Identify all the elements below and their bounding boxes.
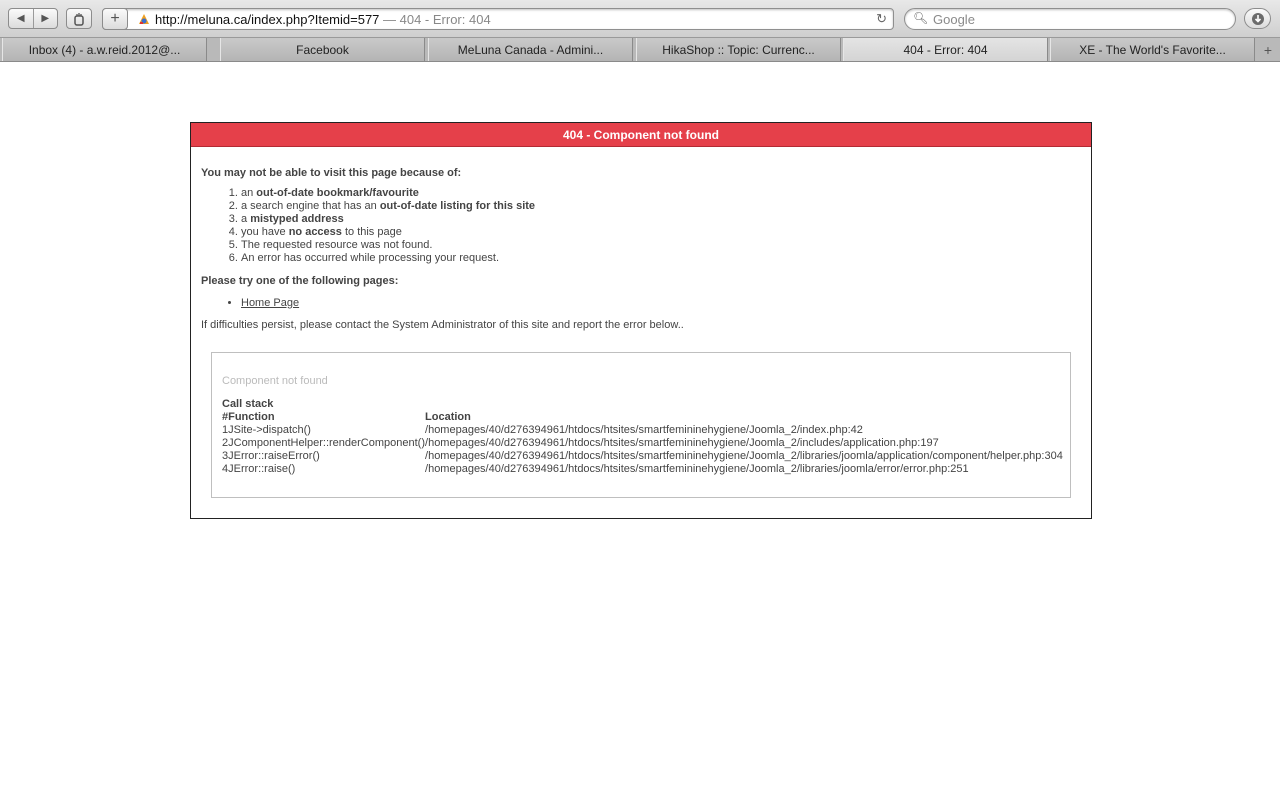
reason-item: a search engine that has an out-of-date … (241, 200, 1081, 213)
reason-emphasis: no access (288, 226, 342, 238)
reason-emphasis: out-of-date listing for this site (379, 200, 536, 212)
back-icon[interactable]: ◀ (9, 9, 33, 28)
reason-text: The requested resource was not found. (241, 239, 433, 251)
search-placeholder: Google (933, 12, 975, 27)
block-popup-icon[interactable] (66, 8, 92, 29)
reason-text-after: to this page (341, 226, 402, 238)
call-stack-row: 2JComponentHelper::renderComponent()/hom… (222, 437, 1063, 450)
tab-3[interactable]: MeLuna Canada - Admini... (428, 38, 633, 61)
stack-function-name: JError::raiseError() (228, 450, 320, 462)
downloads-icon[interactable] (1244, 8, 1271, 29)
call-stack-caption: Call stack (222, 398, 274, 410)
forward-icon[interactable]: ▶ (32, 9, 58, 28)
new-tab-icon[interactable]: + (1256, 38, 1280, 61)
tab-2[interactable]: Facebook (220, 38, 425, 61)
tab-5[interactable]: 404 - Error: 404 (843, 38, 1048, 61)
home-page-link[interactable]: Home Page (241, 297, 299, 309)
pages-intro: Please try one of the following pages: (201, 275, 399, 287)
reasons-intro: You may not be able to visit this page b… (201, 167, 462, 179)
tab-1[interactable]: Inbox (4) - a.w.reid.2012@... (2, 38, 207, 61)
page-item: Home Page (241, 297, 1081, 309)
location-column-header: Location (425, 411, 471, 423)
page-title-suffix: — 404 - Error: 404 (379, 12, 491, 27)
reload-icon[interactable]: ↻ (876, 11, 887, 27)
add-bookmark-icon[interactable]: + (102, 8, 128, 30)
address-bar[interactable]: + http://meluna.ca/index.php?Itemid=577 … (102, 8, 894, 30)
reason-text: an (241, 187, 257, 199)
error-box: 404 - Component not found You may not be… (190, 122, 1092, 519)
reason-emphasis: mistyped address (250, 213, 344, 225)
stack-function: 1JSite->dispatch() (222, 424, 425, 437)
url-text: http://meluna.ca/index.php?Itemid=577 — … (155, 12, 491, 27)
search-icon: 🔍︎ (913, 11, 929, 25)
stack-location: /homepages/40/d276394961/htdocs/htsites/… (425, 437, 939, 449)
call-stack-row: 4JError::raise()/homepages/40/d276394961… (222, 463, 1063, 476)
browser-toolbar: ◀ ▶ + http://meluna.ca/index.php?Itemid=… (0, 0, 1280, 38)
reason-emphasis: out-of-date bookmark/favourite (256, 187, 419, 199)
call-stack-row: 3JError::raiseError()/homepages/40/d2763… (222, 450, 1063, 463)
url-value: http://meluna.ca/index.php?Itemid=577 (155, 12, 380, 27)
tab-bar: + Inbox (4) - a.w.reid.2012@... Facebook M… (0, 38, 1280, 62)
reason-item: a mistyped address (241, 213, 1081, 226)
stack-function-name: JError::raise() (228, 463, 296, 475)
call-stack-row: 1JSite->dispatch()/homepages/40/d2763949… (222, 424, 1063, 437)
nav-buttons: ◀ ▶ (8, 8, 58, 29)
call-stack: Call stack #Function Location 1JSite->di… (222, 398, 1063, 476)
site-favicon-icon (139, 14, 149, 24)
stack-function-name: JComponentHelper::renderComponent() (228, 437, 426, 449)
search-field[interactable]: 🔍︎ Google (904, 8, 1236, 30)
stack-function: 2JComponentHelper::renderComponent() (222, 437, 425, 450)
pages-list: Home Page (201, 297, 1081, 309)
stack-function: 3JError::raiseError() (222, 450, 425, 463)
error-header: 404 - Component not found (191, 123, 1091, 147)
reason-item: An error has occurred while processing y… (241, 252, 1081, 265)
contact-text: If difficulties persist, please contact … (201, 319, 684, 331)
reasons-list: an out-of-date bookmark/favouritea searc… (201, 187, 1081, 265)
tab-6[interactable]: XE - The World's Favorite... (1050, 38, 1255, 61)
error-message: Component not found (222, 375, 328, 387)
error-content: You may not be able to visit this page b… (201, 167, 1081, 331)
function-column-header: #Function (222, 411, 275, 423)
reason-item: The requested resource was not found. (241, 239, 1081, 252)
tab-4[interactable]: HikaShop :: Topic: Currenc... (636, 38, 841, 61)
reason-text: a search engine that has an (241, 200, 380, 212)
stack-location: /homepages/40/d276394961/htdocs/htsites/… (425, 424, 863, 436)
stack-location: /homepages/40/d276394961/htdocs/htsites/… (425, 450, 1063, 462)
stack-location: /homepages/40/d276394961/htdocs/htsites/… (425, 463, 969, 475)
error-detail-box: Component not found Call stack #Function… (211, 352, 1071, 498)
reason-text: a (241, 213, 251, 225)
reason-text: you have (241, 226, 289, 238)
call-stack-header-row: #Function Location (222, 411, 1063, 424)
stack-function: 4JError::raise() (222, 463, 425, 476)
reason-text: An error has occurred while processing y… (241, 252, 500, 264)
reason-item: an out-of-date bookmark/favourite (241, 187, 1081, 200)
call-stack-table: #Function Location 1JSite->dispatch()/ho… (222, 411, 1063, 476)
stack-function-name: JSite->dispatch() (228, 424, 311, 436)
reason-item: you have no access to this page (241, 226, 1081, 239)
